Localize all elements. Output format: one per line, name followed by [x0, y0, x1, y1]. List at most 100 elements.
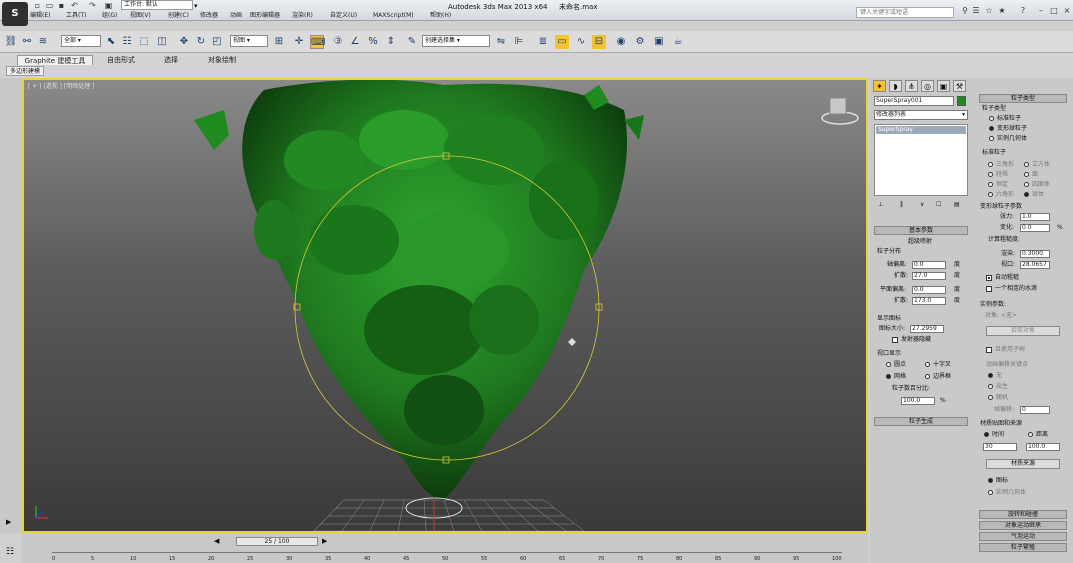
display-panel-icon[interactable]: ▣ — [937, 80, 950, 92]
prev-frame-icon[interactable]: ◀ — [214, 537, 219, 545]
source-instanced-radio[interactable] — [988, 490, 993, 495]
close-icon[interactable]: × — [1062, 6, 1072, 16]
collapsed-rollout[interactable]: 旋转和碰撞 — [979, 510, 1067, 519]
viewport-coarse-field[interactable]: 28.0657 — [1020, 261, 1050, 269]
menu-item[interactable]: 图形编辑器 — [250, 10, 280, 21]
timeline-toggle-icon[interactable]: ☷ — [6, 547, 14, 557]
ribbon-tab[interactable]: 选择 — [155, 55, 187, 65]
selection-filter-select[interactable]: 全部 ▾ — [61, 35, 101, 47]
emitter-hidden-checkbox[interactable] — [892, 337, 898, 343]
display-bbox-radio[interactable] — [925, 374, 930, 379]
window-crossing-icon[interactable]: ◫ — [155, 35, 169, 49]
viewport-label[interactable]: [ + ] [透视 ] [明暗处理 ] — [28, 81, 95, 90]
select-manipulate-icon[interactable]: ✛ — [292, 35, 306, 49]
icon-size-field[interactable]: 27.2959 — [910, 325, 944, 333]
help-icon[interactable]: ? — [1018, 6, 1028, 16]
collapsed-rollout[interactable]: 对象运动继承 — [979, 521, 1067, 530]
edit-named-sel-icon[interactable]: ✎ — [405, 35, 419, 49]
menu-item[interactable]: 工具(T) — [66, 10, 86, 21]
standard-option-radio[interactable] — [988, 172, 993, 177]
next-frame-icon[interactable]: ▶ — [322, 537, 327, 545]
app-logo-icon[interactable]: S — [2, 2, 28, 26]
menu-item[interactable]: 帮助(H) — [430, 10, 451, 21]
standard-option-radio[interactable] — [1024, 162, 1029, 167]
object-color-swatch[interactable] — [957, 96, 966, 106]
one-connected-checkbox[interactable] — [986, 286, 992, 292]
bind-spacewarp-icon[interactable]: ≋ — [36, 35, 50, 49]
scale-icon[interactable]: ◰ — [210, 35, 224, 49]
modifier-list-select[interactable]: 修改器列表 ▾ — [874, 110, 968, 120]
menu-item[interactable]: 渲染(R) — [292, 10, 313, 21]
new-file-icon[interactable]: ▫ — [33, 1, 42, 10]
basic-params-rollout[interactable]: 基本参数 — [874, 226, 968, 235]
modifier-stack[interactable]: SuperSpray — [874, 124, 968, 196]
perspective-viewport[interactable]: [ + ] [透视 ] [明暗处理 ] — [22, 78, 868, 533]
pick-object-button[interactable]: 拾取对象 — [986, 326, 1060, 336]
tension-field[interactable]: 1.0 — [1020, 213, 1050, 221]
emitter-icon[interactable] — [405, 497, 463, 531]
rotate-icon[interactable]: ↻ — [194, 35, 208, 49]
modify-panel-icon[interactable]: ◗ — [889, 80, 902, 92]
type-standard-radio[interactable] — [989, 116, 994, 121]
viewcube-icon[interactable] — [821, 97, 859, 125]
motion-panel-icon[interactable]: ◎ — [921, 80, 934, 92]
menu-item[interactable]: 创建(C) — [168, 10, 189, 21]
save-icon[interactable]: ▪ — [57, 1, 66, 10]
workspace-select[interactable]: 工作台: 默认 — [121, 0, 193, 10]
render-production-icon[interactable]: ☕ — [671, 35, 685, 49]
axis-offset-field[interactable]: 0.0 — [912, 261, 946, 269]
standard-option-radio[interactable] — [1024, 172, 1029, 177]
variation-field[interactable]: 0.0 — [1020, 224, 1050, 232]
mapping-distance-radio[interactable] — [1028, 432, 1033, 437]
ribbon-tab[interactable]: 对象绘制 — [196, 55, 248, 65]
minimize-icon[interactable]: – — [1036, 6, 1046, 16]
communication-icon[interactable]: ☆ — [984, 6, 994, 16]
create-panel-icon[interactable]: ✦ — [873, 80, 886, 92]
keyboard-shortcut-icon[interactable]: ⌨ — [310, 35, 325, 49]
material-editor-icon[interactable]: ◉ — [614, 35, 628, 49]
subtab-polygon-modeling[interactable]: 多边形建模 — [6, 66, 45, 76]
schematic-view-icon[interactable]: ⊟ — [592, 35, 606, 49]
display-mesh-radio[interactable] — [886, 374, 891, 379]
align-icon[interactable]: ⊫ — [512, 35, 526, 49]
standard-option-radio[interactable] — [1024, 192, 1029, 197]
plane-offset-field[interactable]: 0.0 — [912, 286, 946, 294]
menu-item[interactable]: 修改器 — [200, 10, 218, 21]
unlink-icon[interactable]: ⚯ — [20, 35, 34, 49]
stack-item[interactable]: SuperSpray — [876, 126, 966, 134]
pin-stack-icon[interactable]: ⊥ — [878, 200, 883, 209]
play-arrow-icon[interactable]: ▶ — [6, 518, 11, 526]
snap-3d-icon[interactable]: ③ — [331, 35, 345, 49]
use-subtree-checkbox[interactable] — [986, 347, 992, 353]
menu-item[interactable]: 视图(V) — [130, 10, 151, 21]
project-folder-icon[interactable]: ▣ — [104, 1, 113, 10]
make-unique-icon[interactable]: ∨ — [920, 200, 924, 209]
favorites-icon[interactable]: ★ — [997, 6, 1007, 16]
render-setup-icon[interactable]: ⚙ — [633, 35, 647, 49]
menu-item[interactable]: 动画 — [230, 10, 242, 21]
redo-icon[interactable]: ↷ — [88, 1, 97, 10]
standard-option-radio[interactable] — [988, 162, 993, 167]
type-metaball-radio[interactable] — [989, 126, 994, 131]
percent-field[interactable]: 100.0 — [901, 397, 935, 405]
layer-manager-icon[interactable]: ≣ — [536, 35, 550, 49]
standard-option-radio[interactable] — [988, 192, 993, 197]
pivot-center-icon[interactable]: ⊞ — [272, 35, 286, 49]
render-coarse-field[interactable]: 0.3000 — [1020, 250, 1050, 258]
undo-icon[interactable]: ↶ — [70, 1, 79, 10]
spread2-field[interactable]: 173.0 — [912, 297, 946, 305]
frame-offset-field[interactable]: 0 — [1020, 406, 1050, 414]
hierarchy-panel-icon[interactable]: ⋔ — [905, 80, 918, 92]
anim-none-radio[interactable] — [988, 373, 993, 378]
spinner-snap-icon[interactable]: ⇕ — [384, 35, 398, 49]
particle-type-rollout[interactable]: 粒子类型 — [979, 94, 1067, 103]
anim-random-radio[interactable] — [988, 395, 993, 400]
ribbon-tab[interactable]: Graphite 建模工具 — [17, 55, 93, 65]
standard-option-radio[interactable] — [1024, 182, 1029, 187]
source-icon-radio[interactable] — [988, 478, 993, 483]
collapsed-rollout[interactable]: 粒子繁殖 — [979, 543, 1067, 552]
spread1-field[interactable]: 27.0 — [912, 272, 946, 280]
menu-item[interactable]: 自定义(U) — [330, 10, 357, 21]
particle-gen-rollout[interactable]: 粒子生成 — [874, 417, 968, 426]
utilities-panel-icon[interactable]: ⚒ — [953, 80, 966, 92]
